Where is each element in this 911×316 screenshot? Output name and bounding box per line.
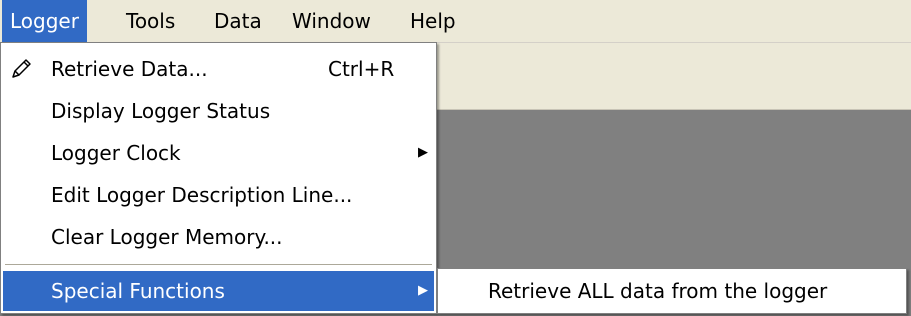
menu-item-clear-logger-memory[interactable]: Clear Logger Memory... — [3, 217, 434, 257]
menu-bar: Logger Tools Data Window Help — [0, 0, 911, 43]
menu-help[interactable]: Help — [402, 0, 464, 42]
menu-item-shortcut: Ctrl+R — [328, 57, 395, 81]
menu-item-label: Display Logger Status — [51, 99, 271, 123]
menu-logger[interactable]: Logger — [2, 0, 87, 42]
menu-item-special-functions[interactable]: Special Functions ▶ — [3, 271, 434, 311]
menu-item-edit-logger-description[interactable]: Edit Logger Description Line... — [3, 175, 434, 215]
menu-separator — [5, 264, 432, 265]
submenu-arrow-icon: ▶ — [418, 145, 428, 160]
menu-item-display-logger-status[interactable]: Display Logger Status — [3, 91, 434, 131]
pencil-icon — [12, 59, 31, 78]
menu-item-retrieve-data[interactable]: Retrieve Data... Ctrl+R — [3, 49, 434, 89]
menu-item-label: Retrieve ALL data from the logger — [488, 279, 828, 303]
menu-window[interactable]: Window — [284, 0, 379, 42]
menu-tools[interactable]: Tools — [118, 0, 183, 42]
menu-item-label: Special Functions — [51, 279, 225, 303]
menu-item-logger-clock[interactable]: Logger Clock ▶ — [3, 133, 434, 173]
menu-item-label: Edit Logger Description Line... — [51, 183, 353, 207]
menu-item-label: Retrieve Data... — [51, 57, 208, 81]
submenu-arrow-icon: ▶ — [418, 283, 428, 298]
menu-item-label: Logger Clock — [51, 141, 181, 165]
menu-item-retrieve-all-data[interactable]: Retrieve ALL data from the logger — [440, 271, 904, 311]
logger-dropdown-menu: Retrieve Data... Ctrl+R Display Logger S… — [0, 42, 437, 314]
special-functions-submenu: Retrieve ALL data from the logger — [437, 268, 907, 314]
menu-item-label: Clear Logger Memory... — [51, 225, 283, 249]
menu-data[interactable]: Data — [206, 0, 270, 42]
